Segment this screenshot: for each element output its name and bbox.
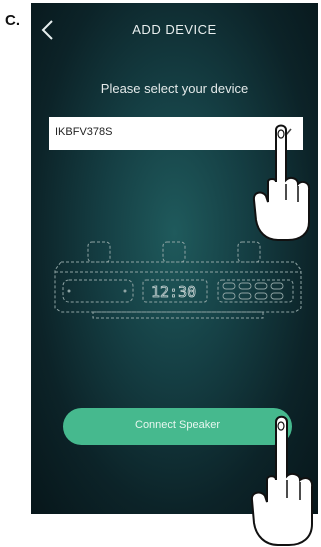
- speaker-device-illustration: 12:30: [54, 241, 302, 319]
- device-select-value: IKBFV378S: [55, 126, 113, 138]
- header: ADD DEVICE: [31, 3, 318, 55]
- step-label: C.: [5, 12, 20, 29]
- pointing-hand-icon: [252, 124, 311, 241]
- pointing-hand-icon: [250, 415, 314, 546]
- svg-text:12:30: 12:30: [151, 283, 196, 301]
- select-device-prompt: Please select your device: [100, 81, 249, 96]
- page-title: ADD DEVICE: [132, 22, 217, 37]
